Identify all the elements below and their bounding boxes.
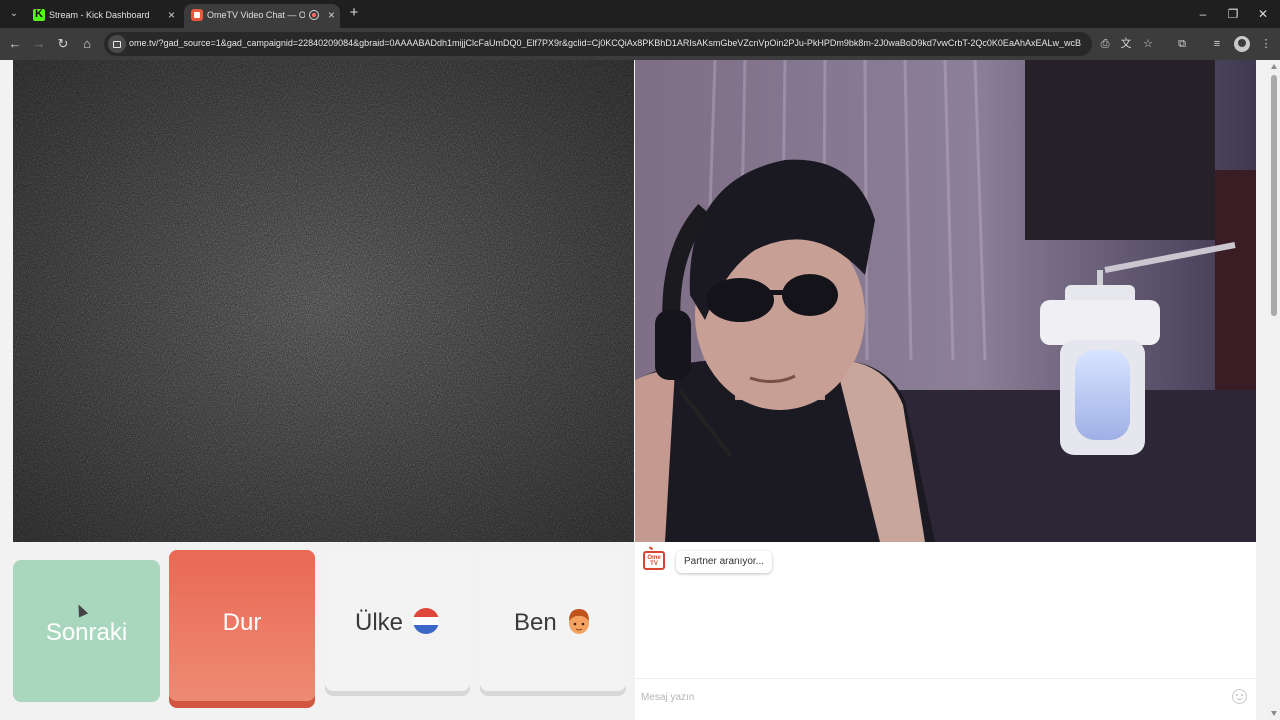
scroll-up-arrow-icon[interactable] (1271, 64, 1277, 69)
tab-title: Stream - Kick Dashboard (49, 10, 150, 20)
tab-title: OmeTV Video Chat — Ome (207, 10, 305, 20)
next-button-label: Sonraki (45, 619, 128, 646)
install-app-icon[interactable]: ⎙ (1097, 36, 1113, 52)
restore-icon[interactable]: ❐ (1222, 5, 1244, 23)
home-button[interactable]: ⌂ (78, 35, 96, 53)
recording-icon (309, 10, 319, 20)
close-icon[interactable]: × (168, 8, 175, 22)
ometv-icon (191, 9, 203, 21)
close-icon[interactable]: × (328, 8, 335, 22)
partner-status-message: Partner aranıyor... (676, 551, 773, 573)
forward-button[interactable]: → (30, 35, 48, 53)
site-info-icon[interactable] (108, 35, 126, 53)
country-button[interactable]: Ülke (325, 550, 470, 691)
translate-icon[interactable]: 文 (1118, 36, 1134, 52)
self-video (635, 60, 1256, 542)
ometv-logo: Ome TV (643, 551, 665, 570)
close-window-icon[interactable]: ✕ (1252, 5, 1274, 23)
browser-toolbar: ← → ↻ ⌂ ome.tv/?gad_source=1&gad_campaig… (0, 28, 1280, 60)
ometv-page: Sonraki Dur Ülke Ben Ome TV Partner aran… (0, 60, 1280, 720)
country-button-label: Ülke (355, 609, 404, 636)
next-button[interactable]: Sonraki (13, 560, 160, 702)
extensions-icon[interactable]: ⧉ (1174, 36, 1190, 52)
tab-search-chevron-icon[interactable]: ⌄ (5, 5, 23, 23)
page-scrollbar[interactable] (1268, 60, 1280, 720)
minimize-icon[interactable]: – (1192, 5, 1214, 23)
tab-kick-dashboard[interactable]: Stream - Kick Dashboard × (26, 4, 180, 28)
message-input[interactable] (641, 689, 1221, 705)
reload-button[interactable]: ↻ (54, 35, 72, 53)
tab-ometv[interactable]: OmeTV Video Chat — Ome × (184, 4, 340, 28)
gender-button-label: Ben (514, 609, 557, 636)
kick-icon (33, 8, 45, 21)
tab-strip: ⌄ Stream - Kick Dashboard × OmeTV Video … (0, 0, 1280, 28)
ometv-logo-text: Ome TV (647, 555, 661, 567)
new-tab-button[interactable]: + (346, 5, 362, 23)
scroll-down-arrow-icon[interactable] (1271, 711, 1277, 716)
bookmark-star-icon[interactable]: ☆ (1140, 36, 1156, 52)
profile-avatar[interactable] (1234, 36, 1250, 52)
gender-button[interactable]: Ben (480, 550, 626, 691)
scroll-thumb[interactable] (1271, 75, 1277, 316)
media-controls-icon[interactable]: ≡ (1209, 36, 1225, 52)
menu-kebab-icon[interactable]: ⋮ (1258, 36, 1274, 52)
back-button[interactable]: ← (6, 35, 24, 53)
netherlands-flag-icon (413, 608, 439, 634)
stop-button-label: Dur (222, 609, 262, 636)
stop-button[interactable]: Dur (169, 550, 315, 701)
boy-emoji-icon (569, 609, 589, 634)
emoji-icon[interactable] (1232, 689, 1247, 704)
url-text[interactable]: ome.tv/?gad_source=1&gad_campaignid=2284… (129, 38, 1083, 48)
address-bar[interactable]: ome.tv/?gad_source=1&gad_campaignid=2284… (104, 32, 1092, 56)
webcam-scene (635, 60, 1256, 542)
message-bar (635, 678, 1256, 720)
chat-panel: Ome TV Partner aranıyor... (635, 542, 1256, 720)
partner-video (13, 60, 634, 542)
